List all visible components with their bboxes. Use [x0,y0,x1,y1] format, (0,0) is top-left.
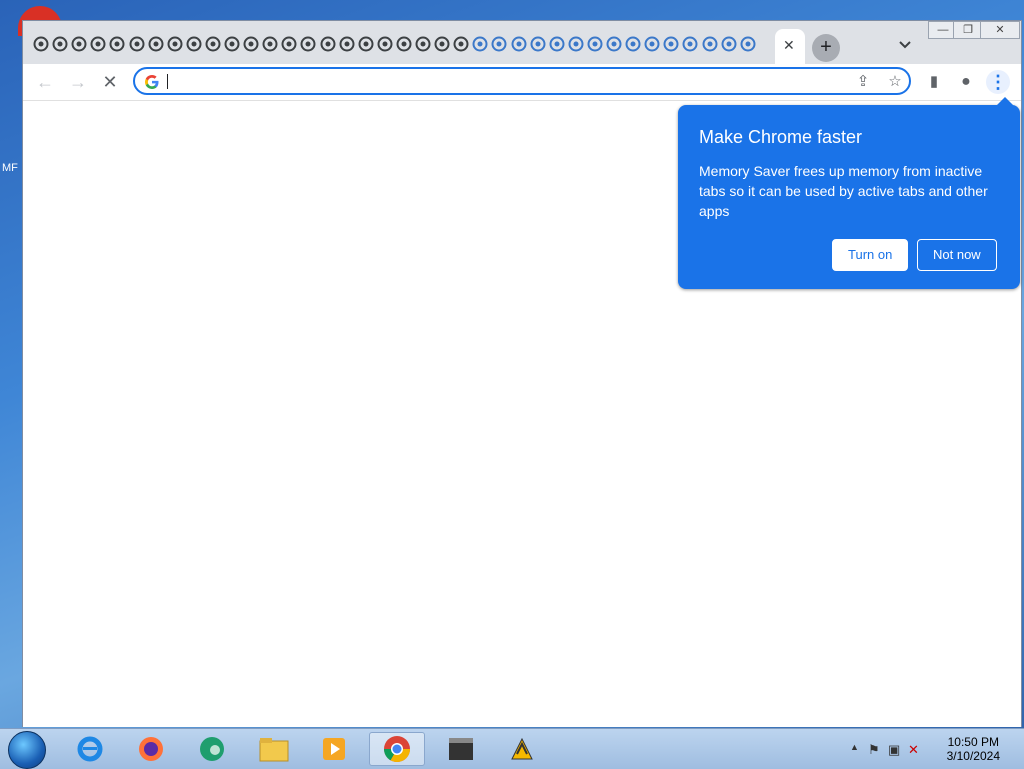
google-g-icon [145,75,159,89]
new-tab-button[interactable]: + [812,34,840,62]
taskbar-app[interactable] [187,732,237,766]
share-icon[interactable]: ⇪ [854,73,872,91]
media-player-icon [323,738,345,760]
firefox-icon [139,737,163,761]
file-explorer-icon [259,738,289,762]
tab-favicon-icon[interactable] [71,36,87,52]
show-hidden-icons-icon[interactable]: ▲ [850,742,859,752]
taskbar-app[interactable] [65,732,115,766]
taskbar-app[interactable] [126,732,176,766]
clock-date: 3/10/2024 [946,749,1000,763]
tab-favicon-icon[interactable] [129,36,145,52]
edge-beta-icon [200,737,224,761]
back-button[interactable]: ← [33,70,57,94]
bookmark-star-icon[interactable]: ☆ [886,73,904,91]
not-now-button[interactable]: Not now [917,239,997,271]
active-tab[interactable]: ✕ [775,29,805,64]
tab-favicon-icon[interactable] [530,36,546,52]
profile-icon[interactable]: ● [954,70,978,94]
tab-favicon-icon[interactable] [186,36,202,52]
stop-loading-button[interactable]: ✕ [98,70,122,94]
tab-favicon-icon[interactable] [415,36,431,52]
clock[interactable]: 10:50 PM 3/10/2024 [947,735,1000,763]
tab-favicon-icon[interactable] [358,36,374,52]
tab-favicon-icon[interactable] [740,36,756,52]
chrome-menu-icon[interactable]: ⋮ [986,70,1010,94]
tab-favicon-icon[interactable] [339,36,355,52]
system-tray: ▲ ⚑ ▣ ✕ 10:50 PM 3/10/2024 [834,729,1024,769]
maximize-button[interactable]: ❐ [953,21,983,39]
tab-favicon-icon[interactable] [205,36,221,52]
address-bar[interactable]: ⇪ ☆ [133,67,911,95]
memory-saver-promo: Make Chrome faster Memory Saver frees up… [678,97,1020,289]
taskbar-app[interactable] [436,732,486,766]
desktop-left-edge [0,0,22,728]
tab-favicon-icon[interactable] [491,36,507,52]
chrome-window: ✕ + — ❐ ✕ ← → ✕ ⇪ ☆ ▮ ● ⋮ Make Chrome fa… [22,20,1022,727]
tab-favicon-icon[interactable] [109,36,125,52]
taskbar-app-active[interactable] [369,732,425,766]
tab-favicon-icon[interactable] [606,36,622,52]
tab-favicon-icon[interactable] [721,36,737,52]
tab-favicon-icon[interactable] [52,36,68,52]
tab-favicon-icon[interactable] [434,36,450,52]
tab-favicon-icon[interactable] [167,36,183,52]
tab-favicon-icon[interactable] [663,36,679,52]
desktop-shortcut-label: MF [2,162,18,174]
tab-favicon-icon[interactable] [587,36,603,52]
address-input[interactable] [169,72,813,92]
internet-explorer-icon [77,736,103,762]
tab-search-icon[interactable] [896,38,914,52]
tab-favicon-icon[interactable] [224,36,240,52]
taskbar-app[interactable] [309,732,359,766]
volume-muted-icon[interactable]: ✕ [908,742,919,758]
tab-favicon-icon[interactable] [396,36,412,52]
tab-favicon-icon[interactable] [148,36,164,52]
tab-favicon-icon[interactable] [682,36,698,52]
promo-title: Make Chrome faster [699,127,863,147]
network-icon[interactable]: ▣ [888,742,900,758]
tab-favicon-icon[interactable] [702,36,718,52]
action-center-flag-icon[interactable]: ⚑ [868,742,880,758]
tab-favicon-icon[interactable] [472,36,488,52]
tab-favicon-icon[interactable] [262,36,278,52]
tab-strip: ✕ + — ❐ ✕ [23,21,1021,64]
start-button[interactable] [8,731,46,769]
chrome-icon [383,736,411,763]
taskbar-app[interactable] [249,732,299,766]
tab-favicon-icon[interactable] [377,36,393,52]
forward-button[interactable]: → [66,70,90,94]
promo-body: Memory Saver frees up memory from inacti… [699,163,988,219]
side-panel-icon[interactable]: ▮ [922,70,946,94]
tab-favicon-icon[interactable] [568,36,584,52]
tab-favicon-icon[interactable] [33,36,49,52]
tab-favicon-icon[interactable] [511,36,527,52]
mpc-hc-icon [449,738,473,760]
tab-favicon-icon[interactable] [320,36,336,52]
tab-favicon-icon[interactable] [644,36,660,52]
taskbar-app[interactable] [497,732,547,766]
toolbar: ← → ✕ ⇪ ☆ ▮ ● ⋮ [23,64,1021,101]
turn-on-button[interactable]: Turn on [832,239,909,271]
clock-time: 10:50 PM [947,735,999,749]
bubble-arrow [996,97,1014,106]
tab-favicon-icon[interactable] [243,36,259,52]
tab-favicon-icon[interactable] [281,36,297,52]
tab-favicon-icon[interactable] [90,36,106,52]
winamp-icon [511,737,533,760]
text-caret [167,74,168,89]
tab-favicon-icon[interactable] [453,36,469,52]
tab-favicon-icon[interactable] [625,36,641,52]
close-window-button[interactable]: ✕ [980,21,1020,39]
taskbar: ▲ ⚑ ▣ ✕ 10:50 PM 3/10/2024 [0,728,1024,769]
tab-favicon-icon[interactable] [300,36,316,52]
tab-favicon-icon[interactable] [549,36,565,52]
tab-close-button[interactable]: ✕ [783,37,795,53]
